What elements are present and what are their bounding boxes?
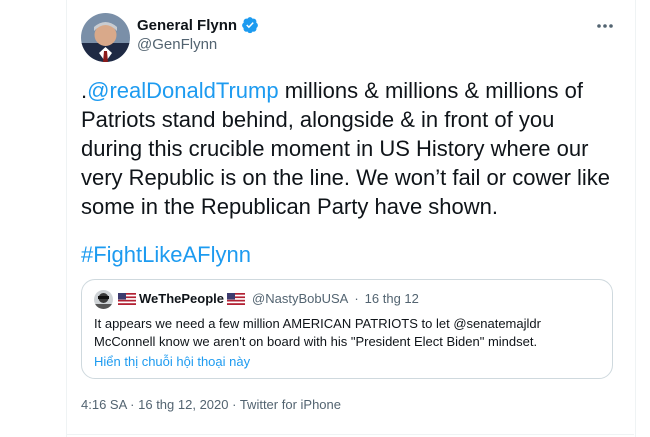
separator-dot: · — [232, 397, 240, 412]
tweet-time[interactable]: 4:16 SA — [81, 397, 127, 412]
quote-text: It appears we need a few million AMERICA… — [94, 316, 541, 349]
display-name-text[interactable]: General Flynn — [137, 17, 237, 34]
quote-header: WeThePeople @NastyBobUSA · 16 thg 12 — [118, 291, 419, 306]
handle[interactable]: @GenFlynn — [137, 36, 217, 53]
avatar[interactable] — [81, 13, 130, 62]
show-thread-link[interactable]: Hiển thị chuỗi hội thoại này — [94, 354, 250, 369]
tweet-date[interactable]: 16 thg 12, 2020 — [138, 397, 228, 412]
divider — [67, 434, 634, 435]
hashtag-link[interactable]: #FightLikeAFlynn — [81, 242, 251, 268]
tweet-source[interactable]: Twitter for iPhone — [240, 397, 341, 412]
more-options-icon[interactable] — [595, 16, 615, 36]
tweet-meta: 4:16 SA · 16 thg 12, 2020 · Twitter for … — [81, 397, 341, 412]
quote-display-name[interactable]: WeThePeople — [139, 291, 224, 306]
quote-handle[interactable]: @NastyBobUSA — [252, 291, 348, 306]
us-flag-icon — [227, 292, 246, 305]
quote-date[interactable]: 16 thg 12 — [365, 291, 419, 306]
display-name[interactable]: General Flynn — [137, 16, 259, 34]
separator-dot: · — [354, 291, 359, 306]
separator-dot: · — [130, 397, 139, 412]
verified-badge-icon — [242, 17, 258, 34]
quoted-tweet[interactable]: WeThePeople @NastyBobUSA · 16 thg 12 It … — [81, 279, 613, 379]
mention-link[interactable]: @realDonaldTrump — [87, 78, 278, 103]
tweet-text: .@realDonaldTrump millions & millions & … — [81, 76, 613, 221]
quote-avatar[interactable] — [94, 290, 113, 309]
us-flag-icon — [118, 292, 136, 305]
